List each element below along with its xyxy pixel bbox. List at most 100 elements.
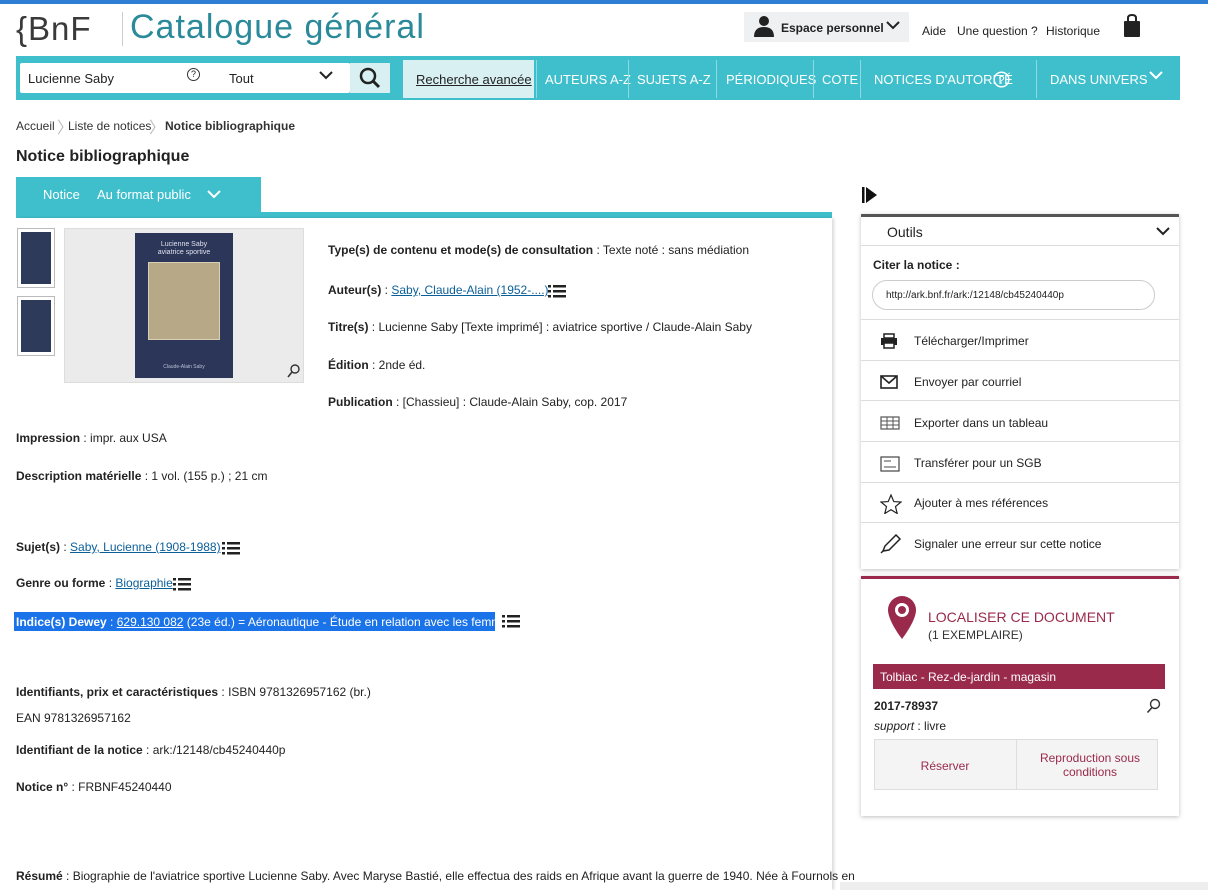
field-edition: Édition : 2nde éd. bbox=[328, 358, 426, 372]
divider bbox=[861, 245, 1179, 246]
horizontal-scrollbar[interactable] bbox=[840, 882, 1208, 890]
print-icon[interactable] bbox=[880, 333, 898, 349]
nav-divider bbox=[628, 60, 629, 98]
bag-icon[interactable] bbox=[1123, 14, 1141, 38]
breadcrumb-separator: 〉 bbox=[149, 120, 166, 137]
support-info: support : livre bbox=[874, 719, 947, 733]
list-icon[interactable] bbox=[222, 541, 240, 555]
chevron-down-icon bbox=[886, 21, 900, 30]
field-identifiant-notice: Identifiant de la notice : ark:/12148/cb… bbox=[16, 743, 286, 757]
list-icon[interactable] bbox=[548, 284, 566, 298]
field-impression: Impression : impr. aux USA bbox=[16, 431, 167, 445]
tool-telecharger[interactable]: Télécharger/Imprimer bbox=[914, 334, 1029, 348]
nav-periodiques[interactable]: PÉRIODIQUES bbox=[726, 72, 816, 87]
advanced-search-label[interactable]: Recherche avancée bbox=[416, 72, 532, 87]
chevron-down-icon[interactable] bbox=[1155, 225, 1171, 237]
zoom-icon[interactable] bbox=[1146, 698, 1162, 714]
field-type: Type(s) de contenu et mode(s) de consult… bbox=[328, 243, 750, 257]
chevron-down-icon[interactable] bbox=[206, 188, 222, 200]
search-help-icon[interactable]: ? bbox=[187, 68, 200, 81]
question-link[interactable]: Une question ? bbox=[957, 24, 1038, 38]
cover-author: Claude-Alain Saby bbox=[163, 364, 205, 370]
divider bbox=[861, 319, 1179, 320]
star-icon[interactable] bbox=[880, 494, 902, 514]
actions-divider bbox=[1016, 739, 1017, 790]
search-icon[interactable] bbox=[358, 67, 382, 89]
nav-divider bbox=[716, 60, 717, 98]
logo-divider bbox=[122, 12, 123, 46]
help-icon[interactable]: ? bbox=[993, 71, 1010, 88]
dewey-link[interactable]: 629.130 082 bbox=[117, 615, 184, 629]
cote-value: 2017-78937 bbox=[874, 699, 939, 713]
user-icon bbox=[754, 16, 774, 37]
aide-link[interactable]: Aide bbox=[922, 24, 946, 38]
site-name: Tolbiac - Rez-de-jardin - magasin bbox=[880, 670, 1057, 684]
tool-signaler[interactable]: Signaler une erreur sur cette notice bbox=[914, 537, 1101, 551]
cite-url[interactable]: http://ark.bnf.fr/ark:/12148/cb45240440p bbox=[886, 290, 1064, 301]
cover-illustration bbox=[148, 262, 220, 340]
catalogue-title[interactable]: Catalogue général bbox=[130, 8, 425, 47]
location-pin-icon bbox=[888, 596, 916, 639]
localisation-title[interactable]: LOCALISER CE DOCUMENT bbox=[928, 609, 1115, 625]
nav-divider bbox=[1036, 60, 1037, 98]
tab-notice[interactable]: Notice bbox=[43, 187, 80, 202]
zoom-icon[interactable] bbox=[287, 364, 301, 378]
reserver-button[interactable]: Réserver bbox=[874, 759, 1016, 773]
field-genre: Genre ou forme : Biographie bbox=[16, 576, 173, 590]
pencil-icon[interactable] bbox=[880, 534, 902, 554]
tool-courriel[interactable]: Envoyer par courriel bbox=[914, 375, 1021, 389]
divider bbox=[861, 400, 1179, 401]
localisation-subtitle: (1 EXEMPLAIRE) bbox=[928, 628, 1023, 642]
chevron-down-icon[interactable] bbox=[318, 68, 334, 82]
sujet-link[interactable]: Saby, Lucienne (1908-1988) bbox=[70, 540, 221, 554]
breadcrumb-current: Notice bibliographique bbox=[165, 119, 296, 133]
nav-notices-autorite[interactable]: NOTICES D'AUTORITÉ bbox=[874, 72, 1013, 87]
svg-text:?: ? bbox=[998, 75, 1004, 87]
nav-auteurs[interactable]: AUTEURS A-Z bbox=[545, 72, 631, 87]
sgb-icon[interactable] bbox=[880, 456, 900, 472]
collapse-sidebar-icon[interactable] bbox=[862, 186, 878, 204]
breadcrumb-liste[interactable]: Liste de notices bbox=[68, 119, 151, 133]
field-auteur: Auteur(s) : Saby, Claude-Alain (1952-...… bbox=[328, 283, 549, 297]
nav-divider bbox=[813, 60, 814, 98]
table-icon[interactable] bbox=[880, 416, 900, 430]
back-thumbnail[interactable] bbox=[17, 296, 55, 356]
auteur-link[interactable]: Saby, Claude-Alain (1952-....) bbox=[391, 283, 548, 297]
field-sujet: Sujet(s) : Saby, Lucienne (1908-1988) bbox=[16, 540, 221, 554]
nav-cote[interactable]: COTE bbox=[822, 72, 858, 87]
field-notice-numero: Notice n° : FRBNF45240440 bbox=[16, 780, 172, 794]
field-resume: Résumé : Biographie de l'aviatrice sport… bbox=[16, 869, 855, 883]
mail-icon[interactable] bbox=[880, 375, 898, 389]
page-title: Notice bibliographique bbox=[16, 148, 190, 165]
divider bbox=[861, 482, 1179, 483]
tab-format-select[interactable]: Au format public bbox=[97, 187, 191, 202]
tool-references[interactable]: Ajouter à mes références bbox=[914, 496, 1048, 510]
nav-sujets[interactable]: SUJETS A-Z bbox=[637, 72, 711, 87]
nav-divider bbox=[536, 60, 537, 98]
list-icon[interactable] bbox=[173, 577, 191, 591]
tool-sgb[interactable]: Transférer pour un SGB bbox=[914, 456, 1042, 470]
top-accent-line bbox=[0, 0, 1208, 4]
breadcrumb-accueil[interactable]: Accueil bbox=[16, 119, 55, 133]
divider bbox=[861, 441, 1179, 442]
list-icon[interactable] bbox=[502, 614, 520, 628]
chevron-down-icon bbox=[1149, 71, 1163, 80]
reproduction-button[interactable]: Reproduction sous conditions bbox=[1030, 751, 1150, 779]
search-scope-select[interactable]: Tout bbox=[229, 71, 254, 86]
cover-title: Lucienne Saby aviatrice sportive bbox=[157, 241, 211, 256]
nav-dans-univers[interactable]: DANS UNIVERS bbox=[1050, 72, 1148, 87]
bnf-logo[interactable]: {BnF bbox=[16, 10, 92, 48]
search-value[interactable]: Lucienne Saby bbox=[28, 71, 114, 86]
tools-title[interactable]: Outils bbox=[887, 224, 923, 240]
field-description: Description matérielle : 1 vol. (155 p.)… bbox=[16, 469, 268, 483]
field-publication: Publication : [Chassieu] : Claude-Alain … bbox=[328, 395, 628, 409]
nav-divider bbox=[860, 60, 861, 98]
tool-exporter[interactable]: Exporter dans un tableau bbox=[914, 416, 1048, 430]
field-dewey: Indice(s) Dewey : 629.130 082 (23e éd.) … bbox=[16, 615, 514, 629]
cover-thumbnail[interactable] bbox=[17, 228, 55, 288]
genre-link[interactable]: Biographie bbox=[115, 576, 172, 590]
espace-personnel-label[interactable]: Espace personnel bbox=[781, 21, 884, 35]
historique-link[interactable]: Historique bbox=[1046, 24, 1100, 38]
field-identifiants: Identifiants, prix et caractéristiques :… bbox=[16, 685, 371, 699]
cite-label: Citer la notice : bbox=[873, 258, 960, 272]
